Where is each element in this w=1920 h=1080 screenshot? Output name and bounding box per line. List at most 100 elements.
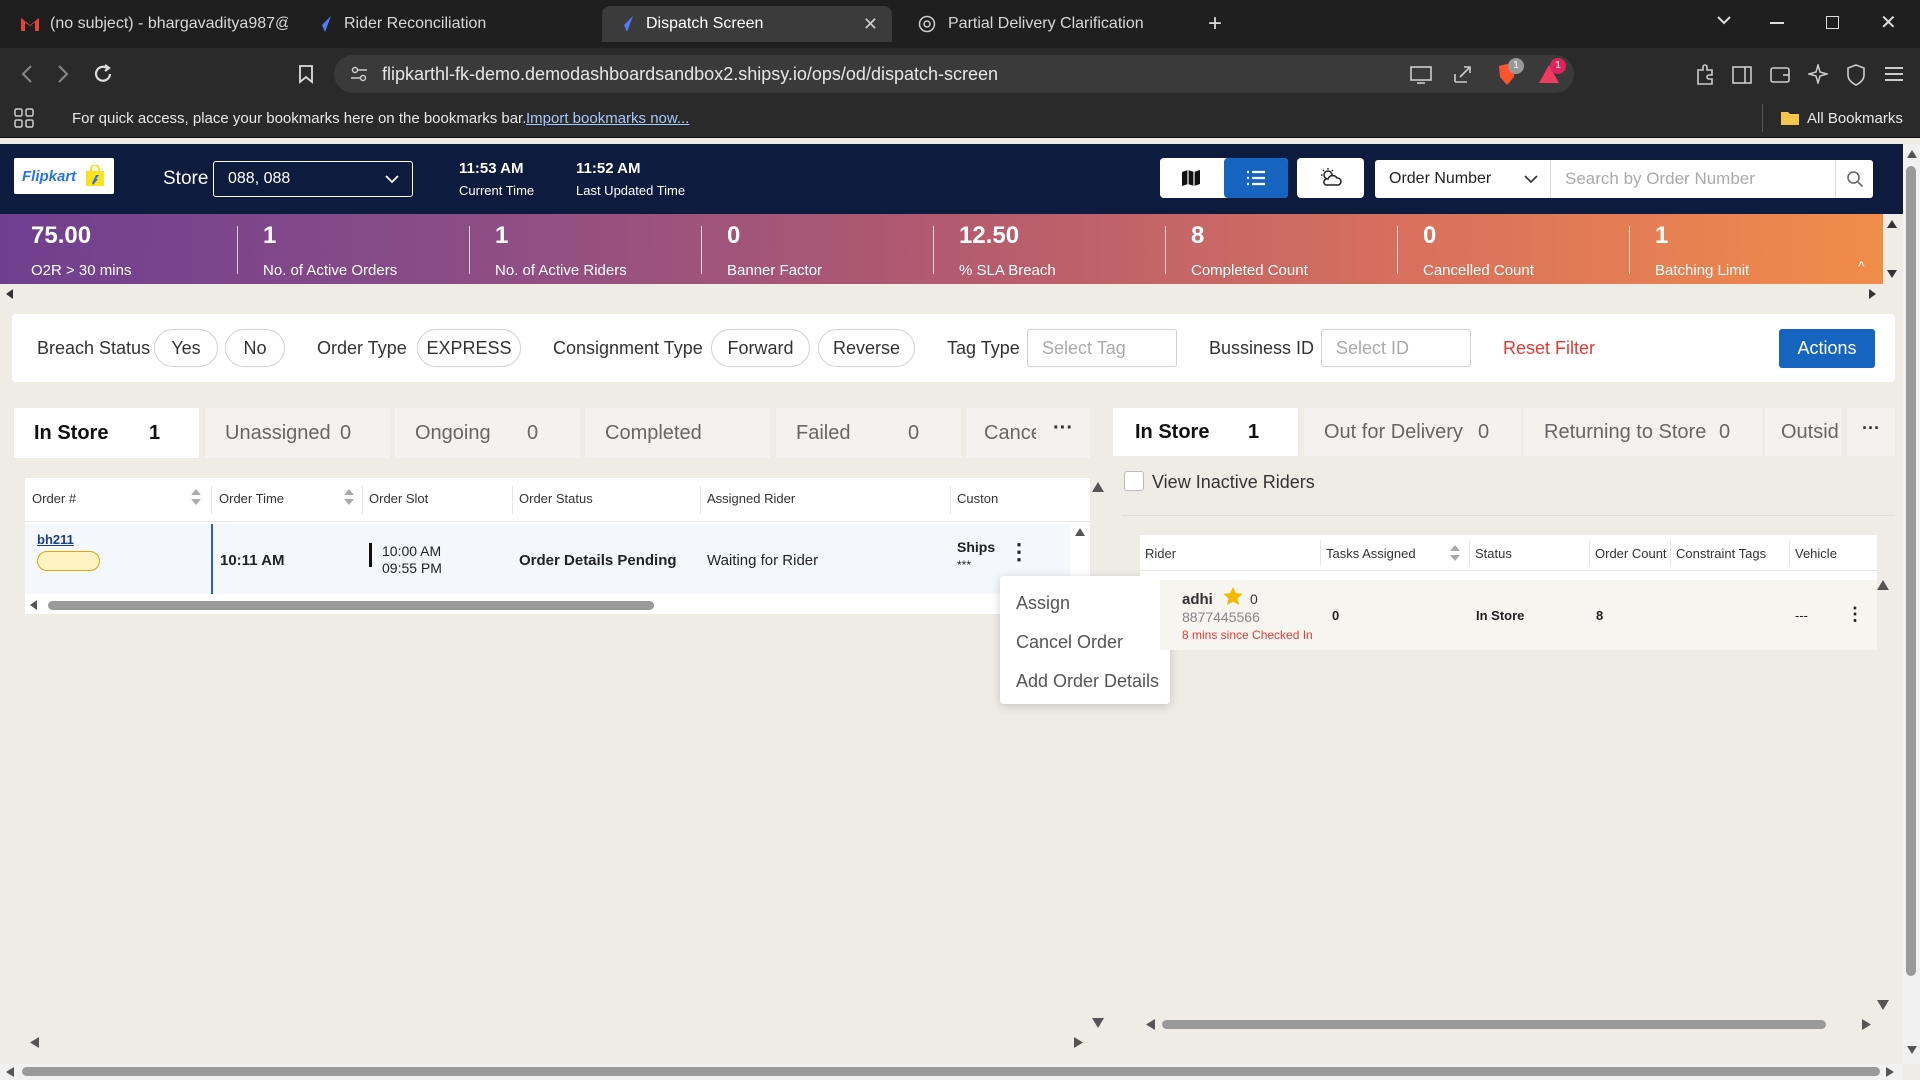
scroll-right-icon[interactable] (1868, 289, 1876, 299)
reload-icon[interactable] (92, 63, 114, 85)
reset-filter-link[interactable]: Reset Filter (1503, 338, 1595, 359)
rider-tab-out-for-delivery[interactable]: Out for Delivery 0 (1304, 408, 1521, 456)
stats-h-scrollbar[interactable] (0, 284, 1883, 304)
rider-tab-returning[interactable]: Returning to Store 0 (1524, 408, 1762, 456)
all-bookmarks[interactable]: All Bookmarks (1807, 110, 1903, 127)
browser-tab-gmail[interactable]: (no subject) - bhargavaditya987@gr (8, 6, 288, 42)
more-tabs-icon[interactable]: ··· (1036, 408, 1090, 458)
scroll-right-icon[interactable] (1074, 1037, 1083, 1048)
business-id-select[interactable]: Select ID (1321, 329, 1471, 367)
actions-button[interactable]: Actions (1779, 329, 1875, 368)
url-text: flipkarthl-fk-demo.demodashboardsandbox2… (382, 64, 999, 84)
tab-failed[interactable]: Failed 0 (776, 408, 961, 458)
col-order-number[interactable]: Order # (32, 491, 76, 506)
scroll-up-icon[interactable] (1075, 528, 1085, 536)
rider-row-menu-icon[interactable]: ⋮ (1846, 604, 1864, 625)
weather-button[interactable] (1297, 158, 1364, 198)
site-info-icon[interactable] (350, 66, 368, 82)
wallet-icon[interactable] (1770, 66, 1790, 84)
scroll-left-icon[interactable] (30, 600, 38, 610)
scroll-left-icon[interactable] (6, 289, 14, 299)
customer-sub: *** (957, 558, 972, 572)
sort-icon[interactable] (191, 489, 201, 505)
tab-search-icon[interactable] (1716, 12, 1732, 28)
tab-ongoing[interactable]: Ongoing 0 (395, 408, 580, 458)
scroll-up-icon[interactable] (1887, 220, 1897, 228)
scroll-up-icon[interactable] (1907, 150, 1917, 158)
consignment-forward-pill[interactable]: Forward (711, 329, 810, 367)
scroll-left-icon[interactable] (1146, 1019, 1155, 1030)
bookmark-icon[interactable] (298, 64, 314, 84)
import-bookmarks-link[interactable]: Import bookmarks now... (526, 110, 689, 127)
leo-ai-icon[interactable] (1808, 64, 1828, 84)
browser-tab-dispatch-screen[interactable]: Dispatch Screen ✕ (602, 6, 892, 42)
collapse-stats-icon[interactable]: ^ (1858, 258, 1865, 274)
scroll-right-icon[interactable] (1862, 1019, 1871, 1030)
order-search-input[interactable]: Search by Order Number (1550, 160, 1835, 198)
tab-cancelled[interactable]: Cance (966, 408, 1036, 458)
tab-in-store[interactable]: In Store 1 (14, 408, 199, 458)
scroll-up-icon[interactable] (1877, 580, 1889, 590)
breach-yes-pill[interactable]: Yes (154, 329, 218, 367)
browser-tab-partial-delivery[interactable]: Partial Delivery Clarification (904, 6, 1194, 42)
scroll-left-icon[interactable] (6, 1067, 14, 1077)
breach-no-pill[interactable]: No (225, 329, 285, 367)
list-view-button[interactable] (1224, 158, 1288, 198)
cast-icon[interactable] (1410, 66, 1432, 84)
rider-vehicle: --- (1795, 608, 1808, 623)
maximize-icon[interactable] (1826, 16, 1839, 29)
riders-h-scroll-thumb[interactable] (1162, 1020, 1826, 1029)
brave-badge: 1 (1508, 58, 1524, 74)
tab-completed[interactable]: Completed (585, 408, 770, 458)
rider-tab-in-store[interactable]: In Store 1 (1113, 408, 1298, 456)
sidebar-icon[interactable] (1732, 66, 1752, 84)
scroll-down-icon[interactable] (1887, 270, 1897, 278)
inactive-riders-checkbox[interactable] (1124, 471, 1144, 491)
assigned-rider: Waiting for Rider (707, 552, 819, 569)
row-menu-icon[interactable]: ⋮ (1008, 541, 1030, 563)
extensions-icon[interactable] (1694, 64, 1716, 86)
menu-item-assign[interactable]: Assign (1016, 593, 1070, 614)
map-view-button[interactable] (1160, 158, 1222, 198)
page-v-scroll-thumb[interactable] (1906, 166, 1916, 976)
close-window-icon[interactable]: ✕ (1880, 10, 1897, 35)
flipkart-logo[interactable]: Flipkart (14, 158, 114, 194)
sort-icon[interactable] (344, 489, 354, 505)
consignment-reverse-pill[interactable]: Reverse (818, 329, 915, 367)
rider-tab-outside[interactable]: Outsid (1765, 408, 1842, 456)
orders-h-scroll-thumb[interactable] (48, 601, 654, 610)
forward-icon[interactable] (56, 64, 70, 84)
scroll-down-icon[interactable] (1907, 1046, 1917, 1054)
share-icon[interactable] (1452, 65, 1472, 85)
search-button[interactable] (1835, 160, 1873, 198)
scroll-up-icon[interactable] (1092, 482, 1104, 492)
col-divider (1789, 540, 1790, 566)
new-tab-icon[interactable]: + (1208, 10, 1222, 38)
minimize-icon[interactable] (1770, 22, 1784, 24)
scroll-left-icon[interactable] (30, 1037, 39, 1048)
scroll-right-icon[interactable] (1886, 1067, 1894, 1077)
store-select[interactable]: 088, 088 (213, 161, 413, 197)
order-type-express-pill[interactable]: EXPRESS (417, 329, 521, 367)
tab-unassigned[interactable]: Unassigned 0 (205, 408, 390, 458)
back-icon[interactable] (20, 64, 34, 84)
close-tab-icon[interactable]: ✕ (863, 14, 878, 35)
col-order-time[interactable]: Order Time (219, 491, 284, 506)
col-tasks-assigned[interactable]: Tasks Assigned (1326, 546, 1416, 561)
rider-status: In Store (1476, 608, 1525, 623)
browser-tab-rider-reconciliation[interactable]: Rider Reconciliation (300, 6, 590, 42)
page-h-scroll-thumb[interactable] (22, 1067, 1880, 1076)
scroll-down-icon[interactable] (1092, 1018, 1104, 1028)
sort-icon[interactable] (1450, 545, 1460, 561)
apps-grid-icon[interactable] (14, 108, 34, 128)
search-type-select[interactable]: Order Number (1375, 160, 1550, 198)
scroll-down-icon[interactable] (1877, 1000, 1889, 1010)
vpn-icon[interactable] (1846, 64, 1866, 86)
menu-icon[interactable] (1884, 66, 1904, 82)
order-number-link[interactable]: bh211 (37, 532, 74, 547)
stat-divider (237, 226, 238, 274)
tag-select[interactable]: Select Tag (1027, 329, 1177, 367)
menu-item-cancel-order[interactable]: Cancel Order (1016, 632, 1123, 653)
menu-item-add-order-details[interactable]: Add Order Details (1016, 671, 1159, 692)
more-rider-tabs-icon[interactable]: ··· (1847, 408, 1895, 456)
